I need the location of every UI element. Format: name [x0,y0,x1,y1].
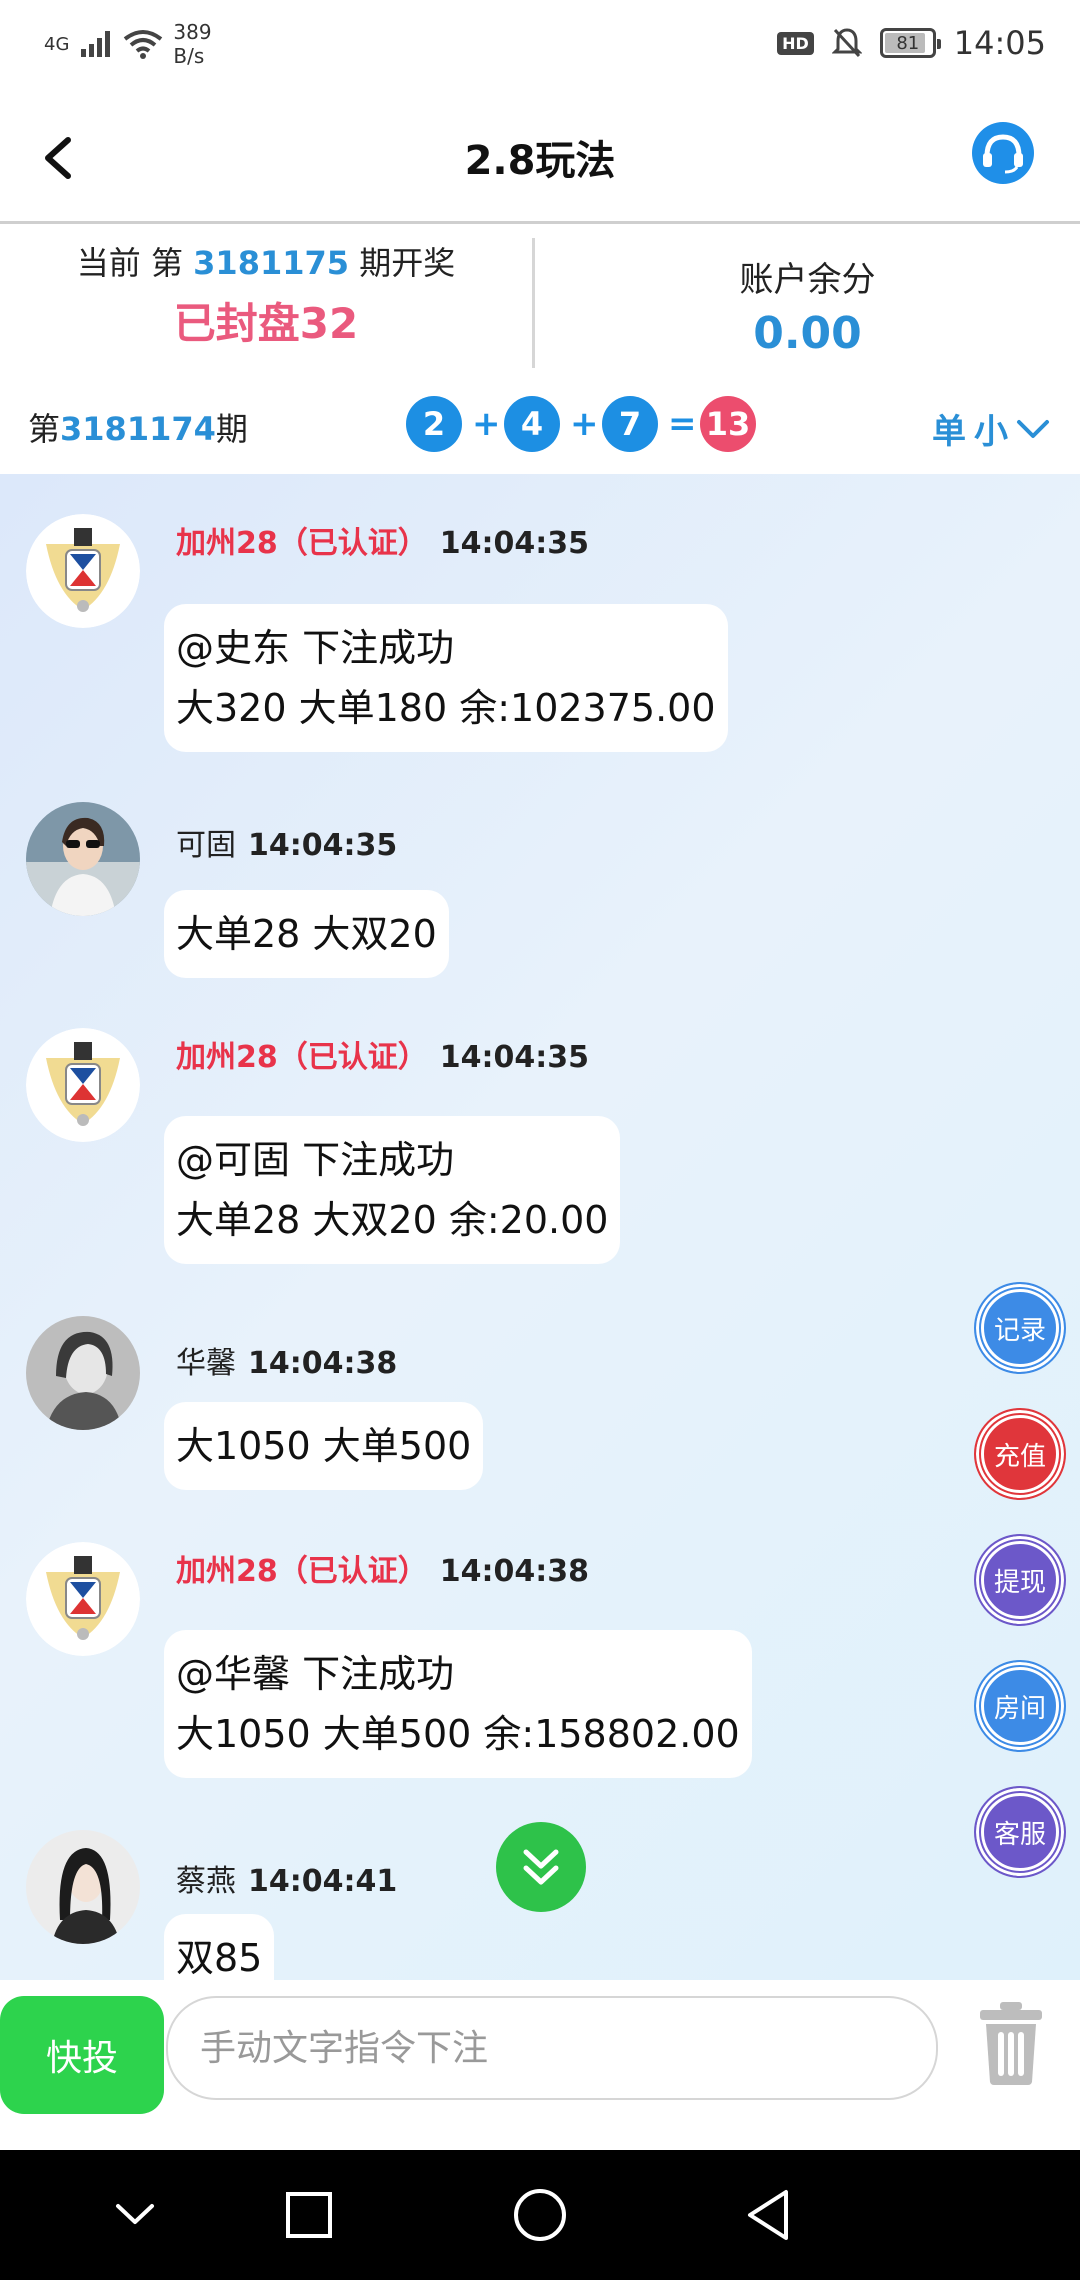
message-time: 14:04:41 [248,1864,398,1899]
withdraw-button[interactable]: 提现 [974,1534,1066,1626]
user-photo-icon [26,1316,140,1430]
room-button[interactable]: 房间 [974,1660,1066,1752]
crest-avatar-icon [26,1028,140,1142]
customer-service-button[interactable] [972,122,1034,184]
chevron-down-icon [116,2204,154,2224]
balance-label: 账户余分 [739,260,876,300]
avatar[interactable] [26,802,140,916]
message-time: 14:04:38 [248,1346,398,1381]
message-bubble: 大1050 大单500 [164,1402,484,1490]
closing-status: 已封盘32 [173,299,359,348]
message-time: 14:04:35 [439,526,589,561]
wifi-icon [124,30,163,59]
page-title: 2.8玩法 [464,138,616,184]
message-time: 14:04:35 [439,1040,589,1075]
avatar[interactable] [26,1316,140,1430]
crest-avatar-icon [26,514,140,628]
result-tag: 单 [932,412,966,452]
message-meta: 加州28（已认证） 14:04:35 [176,1032,589,1076]
message-time: 14:04:38 [439,1554,589,1589]
result-tags[interactable]: 单 小 [932,404,1050,453]
battery-icon: 81 [879,28,941,58]
plus-sign: + [472,404,501,444]
clock: 14:05 [953,24,1046,62]
current-issue-line: 当前 第 3181175 期开奖 [76,244,456,282]
current-issue-number: 3181175 [193,244,350,282]
user-photo-icon [26,1830,140,1944]
message-meta: 可固 14:04:35 [176,820,397,864]
message-bubble: @史东 下注成功 大320 大单180 余:102375.00 [164,604,728,752]
bet-command-input[interactable] [166,1996,938,2100]
network-speed: 389 B/s [173,20,212,68]
bell-muted-icon [831,28,862,58]
status-left: 4G 389 B/s [44,20,212,68]
network-type: 4G [44,33,70,55]
draw-info-panel: 当前 第 3181175 期开奖 已封盘32 账户余分 0.00 第318117… [0,224,1080,474]
double-chevron-down-icon [523,1849,559,1885]
message-meta: 华馨 14:04:38 [176,1338,397,1382]
system-nav-bar [0,2150,1080,2280]
nav-back-button[interactable] [734,2180,804,2250]
nav-recents-button[interactable] [274,2180,344,2250]
quick-bet-button[interactable]: 快投 [0,1996,164,2114]
message-bubble: @可固 下注成功 大单28 大双20 余:20.00 [164,1116,621,1264]
message-bubble: @华馨 下注成功 大1050 大单500 余:158802.00 [164,1630,752,1778]
plus-sign: + [570,404,599,444]
avatar[interactable] [26,1830,140,1944]
headset-icon [983,134,1023,174]
chevron-down-icon [1017,419,1049,438]
sender-name: 可固 [176,828,236,863]
input-bar: 快投 [0,1980,1080,2150]
trash-icon [980,2002,1042,2085]
status-right: HD 81 14:05 [777,24,1046,62]
clear-button[interactable] [976,2000,1046,2086]
support-button[interactable]: 客服 [974,1786,1066,1878]
sender-name: 加州28（已认证） [176,1040,428,1075]
chat-area[interactable]: 加州28（已认证） 14:04:35 @史东 下注成功 大320 大单180 余:… [0,474,1080,1980]
message-meta: 蔡燕 14:04:41 [176,1856,397,1900]
last-issue-number: 3181174 [60,410,216,448]
nav-home-button[interactable] [505,2180,575,2250]
balance-value: 0.00 [753,308,862,359]
last-draw-row[interactable]: 第3181174期 2 + 4 + 7 = 13 单 小 [0,374,1080,474]
square-icon [286,2192,332,2238]
sender-name: 华馨 [176,1346,236,1381]
sender-name: 加州28（已认证） [176,1554,428,1589]
draw-numbers: 2 + 4 + 7 = 13 [406,396,756,452]
sender-name: 蔡燕 [176,1864,236,1899]
current-issue: 当前 第 3181175 期开奖 已封盘32 [0,224,532,374]
account-balance: 账户余分 0.00 [535,224,1080,374]
nav-hide-button[interactable] [100,2180,170,2250]
triangle-back-icon [748,2190,788,2240]
status-bar: 4G 389 B/s HD 81 14:05 [0,0,1080,92]
draw-ball: 4 [504,396,560,452]
draw-sum-ball: 13 [700,396,756,452]
message-bubble: 大单28 大双20 [164,890,449,978]
message-time: 14:04:35 [248,828,398,863]
record-button[interactable]: 记录 [974,1282,1066,1374]
last-issue: 第3181174期 [28,410,248,448]
draw-ball: 2 [406,396,462,452]
hd-badge: HD [777,31,814,55]
avatar[interactable] [26,1028,140,1142]
avatar[interactable] [26,1542,140,1656]
crest-avatar-icon [26,1542,140,1656]
user-photo-icon [26,802,140,916]
equals-sign: = [668,404,697,444]
result-tag: 小 [974,412,1008,452]
draw-ball: 7 [602,396,658,452]
message-meta: 加州28（已认证） 14:04:38 [176,1546,589,1590]
sender-name: 加州28（已认证） [176,526,428,561]
message-bubble: 双85 [164,1914,275,1980]
scroll-to-bottom-button[interactable] [496,1822,586,1912]
message-meta: 加州28（已认证） 14:04:35 [176,518,589,562]
avatar[interactable] [26,514,140,628]
circle-icon [514,2189,566,2241]
signal-icon [81,31,111,57]
app-header: 2.8玩法 [0,92,1080,224]
recharge-button[interactable]: 充值 [974,1408,1066,1500]
